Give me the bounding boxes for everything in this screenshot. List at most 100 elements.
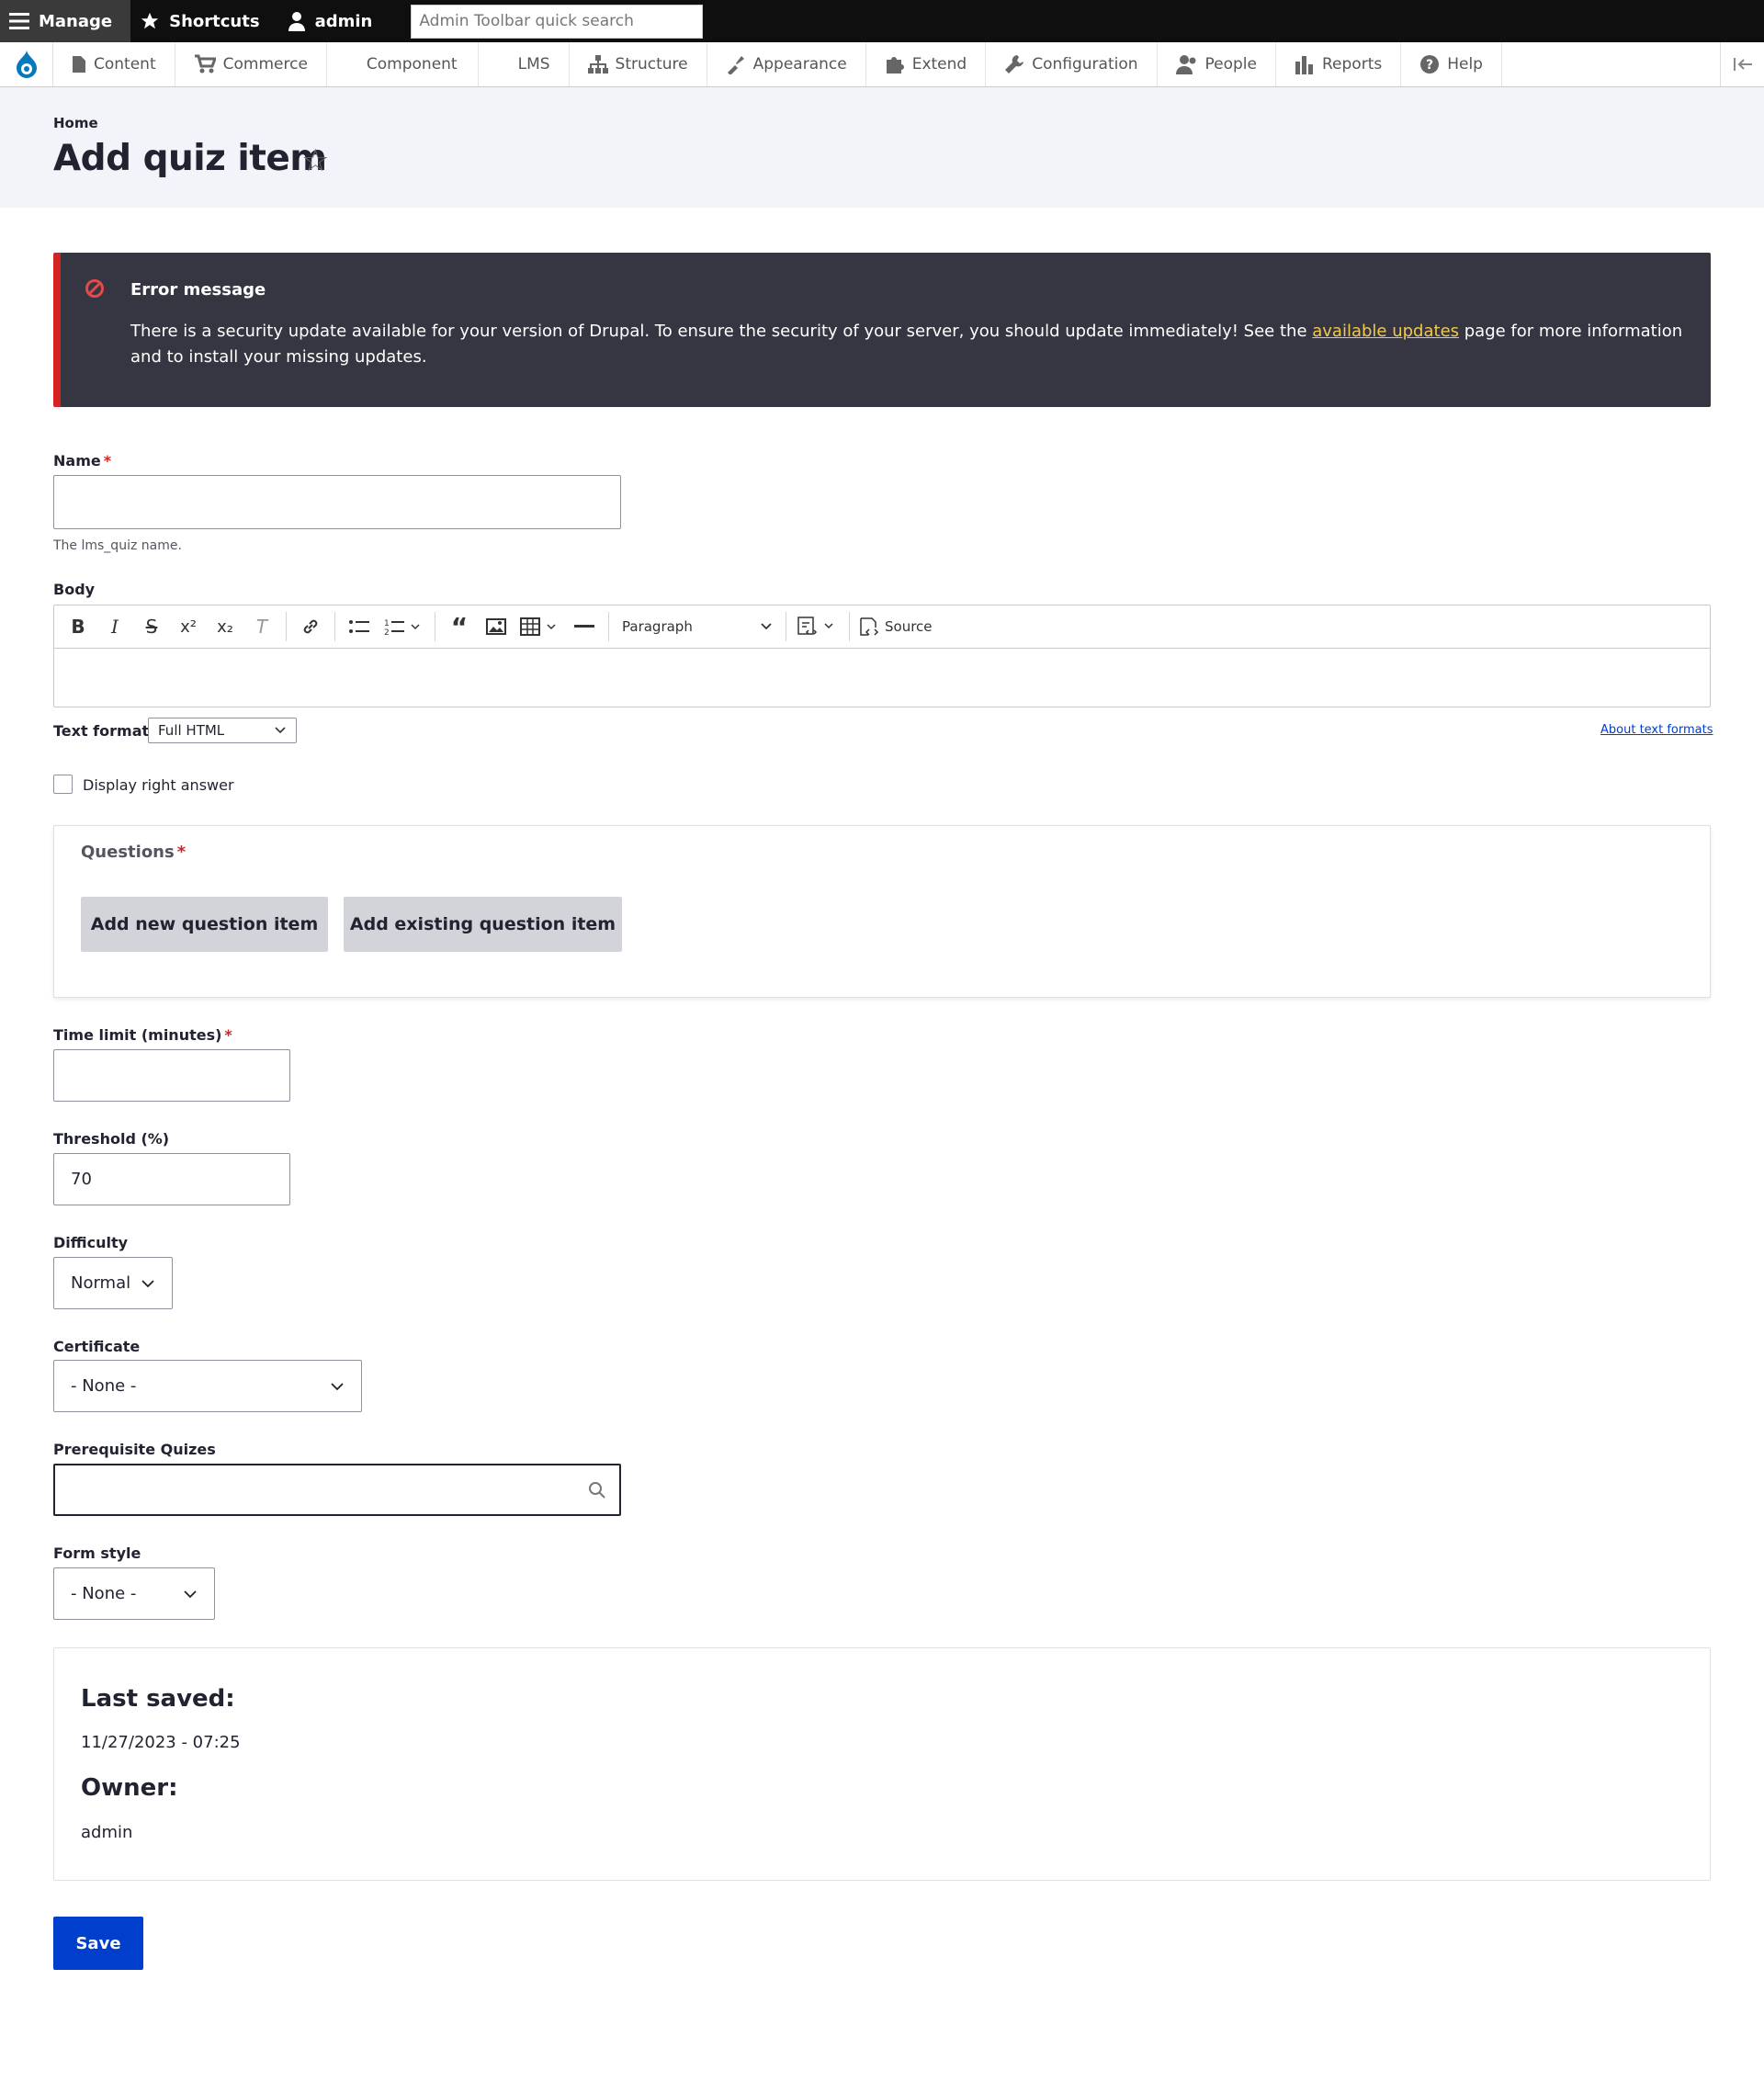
- toolbar-separator: [334, 612, 335, 641]
- toolbar-separator: [849, 612, 850, 641]
- admin-menu-tray: Content Commerce Component LMS Structure…: [0, 42, 1764, 87]
- difficulty-label: Difficulty: [53, 1234, 129, 1251]
- error-text-before: There is a security update available for…: [130, 322, 1313, 341]
- remove-format-button[interactable]: T: [243, 608, 280, 645]
- questions-fieldset: Questions * Add new question item Add exi…: [53, 825, 1711, 998]
- link-button[interactable]: [292, 608, 329, 645]
- numbered-list-button[interactable]: 12: [378, 608, 429, 645]
- star-icon: [141, 12, 159, 29]
- horizontal-line-button[interactable]: [566, 608, 603, 645]
- available-updates-link[interactable]: available updates: [1312, 322, 1459, 341]
- time-limit-label: Time limit (minutes) *: [53, 1026, 232, 1044]
- subscript-button[interactable]: x₂: [207, 608, 243, 645]
- shortcuts-tab[interactable]: Shortcuts: [130, 0, 277, 42]
- text-format-select[interactable]: Full HTML: [148, 718, 297, 743]
- page-icon: [73, 56, 85, 73]
- about-text-formats-link[interactable]: About text formats: [1600, 723, 1713, 737]
- source-icon: [860, 617, 879, 636]
- menu-configuration[interactable]: Configuration: [986, 42, 1158, 86]
- name-input[interactable]: [53, 475, 621, 529]
- manage-tab[interactable]: Manage: [0, 0, 131, 42]
- menu-reports[interactable]: Reports: [1276, 42, 1402, 86]
- body-editor: B I S x² x₂ T 12 “ Paragraph Source: [53, 605, 1711, 707]
- menu-people[interactable]: People: [1158, 42, 1276, 86]
- prerequisite-autocomplete[interactable]: [53, 1464, 621, 1516]
- certificate-value: - None -: [71, 1376, 137, 1396]
- toggle-orientation-button[interactable]: [1720, 42, 1764, 86]
- required-marker: *: [224, 1026, 232, 1044]
- toolbar-search-input[interactable]: Admin Toolbar quick search: [411, 4, 704, 39]
- prerequisite-label: Prerequisite Quizes: [53, 1441, 216, 1458]
- drupal-logo-icon[interactable]: [0, 42, 53, 86]
- questions-label: Questions *: [81, 843, 186, 862]
- menu-extend[interactable]: Extend: [866, 42, 987, 86]
- menu-help[interactable]: ? Help: [1401, 42, 1502, 86]
- error-icon: [85, 279, 104, 298]
- link-icon: [303, 619, 318, 634]
- time-limit-input[interactable]: [53, 1049, 290, 1102]
- threshold-label: Threshold (%): [53, 1130, 170, 1148]
- toolbar-separator: [286, 612, 287, 641]
- menu-content[interactable]: Content: [53, 42, 175, 86]
- breadcrumb[interactable]: Home: [53, 115, 98, 131]
- search-icon: [589, 1481, 605, 1499]
- code-block-icon: [797, 617, 833, 635]
- blockquote-button[interactable]: “: [441, 608, 478, 645]
- display-right-answer-label[interactable]: Display right answer: [83, 776, 234, 794]
- form-style-select[interactable]: - None -: [53, 1567, 215, 1620]
- editor-content-area[interactable]: [54, 649, 1710, 707]
- time-limit-label-text: Time limit (minutes): [53, 1026, 222, 1044]
- menu-appearance[interactable]: Appearance: [707, 42, 866, 86]
- menu-component[interactable]: Component: [327, 42, 479, 86]
- bold-button[interactable]: B: [60, 608, 96, 645]
- heading-value: Paragraph: [622, 618, 693, 635]
- menu-label-component: Component: [366, 55, 458, 74]
- search-placeholder: Admin Toolbar quick search: [419, 12, 634, 30]
- svg-text:2: 2: [384, 628, 390, 636]
- menu-commerce[interactable]: Commerce: [175, 42, 327, 86]
- menu-label-lms: LMS: [517, 55, 550, 74]
- error-text: There is a security update available for…: [130, 319, 1692, 370]
- user-icon: [288, 12, 305, 31]
- display-right-answer-checkbox[interactable]: [53, 775, 73, 794]
- user-tab[interactable]: admin: [278, 0, 391, 42]
- menu-label-appearance: Appearance: [752, 55, 847, 74]
- difficulty-select[interactable]: Normal: [53, 1257, 173, 1309]
- wrench-icon: [1005, 55, 1024, 74]
- menu-label-commerce: Commerce: [222, 55, 308, 74]
- sitemap-icon: [587, 55, 608, 74]
- chevron-down-icon: [141, 1279, 154, 1287]
- menu-lms[interactable]: LMS: [479, 42, 570, 86]
- required-marker: *: [176, 843, 187, 862]
- menu-label-reports: Reports: [1322, 55, 1383, 74]
- code-block-button[interactable]: [792, 608, 843, 645]
- toolbar-separator: [608, 612, 609, 641]
- add-existing-question-button[interactable]: Add existing question item: [344, 897, 622, 952]
- questions-label-text: Questions: [81, 843, 175, 862]
- strikethrough-button[interactable]: S: [133, 608, 170, 645]
- image-icon: [486, 618, 506, 635]
- save-button[interactable]: Save: [53, 1917, 143, 1970]
- add-new-question-button[interactable]: Add new question item: [81, 897, 328, 952]
- heading-dropdown[interactable]: Paragraph: [615, 618, 780, 635]
- menu-label-configuration: Configuration: [1032, 55, 1138, 74]
- chevron-down-icon: [761, 623, 772, 630]
- collapse-icon: [1733, 58, 1752, 71]
- certificate-label: Certificate: [53, 1338, 141, 1355]
- name-description: The lms_quiz name.: [53, 538, 182, 553]
- image-button[interactable]: [478, 608, 514, 645]
- menu-structure[interactable]: Structure: [570, 42, 707, 86]
- table-icon: [520, 617, 556, 636]
- chevron-down-icon: [184, 1590, 197, 1598]
- certificate-select[interactable]: - None -: [53, 1360, 362, 1412]
- form-style-label: Form style: [53, 1544, 141, 1562]
- superscript-button[interactable]: x²: [170, 608, 207, 645]
- source-button[interactable]: Source: [855, 617, 933, 637]
- menu-label-people: People: [1204, 55, 1257, 74]
- table-button[interactable]: [514, 608, 566, 645]
- owner-heading: Owner:: [81, 1774, 178, 1802]
- bulleted-list-button[interactable]: [341, 608, 378, 645]
- shortcut-star-icon[interactable]: ☆: [301, 142, 329, 179]
- threshold-input[interactable]: 70: [53, 1153, 290, 1205]
- italic-button[interactable]: I: [96, 608, 133, 645]
